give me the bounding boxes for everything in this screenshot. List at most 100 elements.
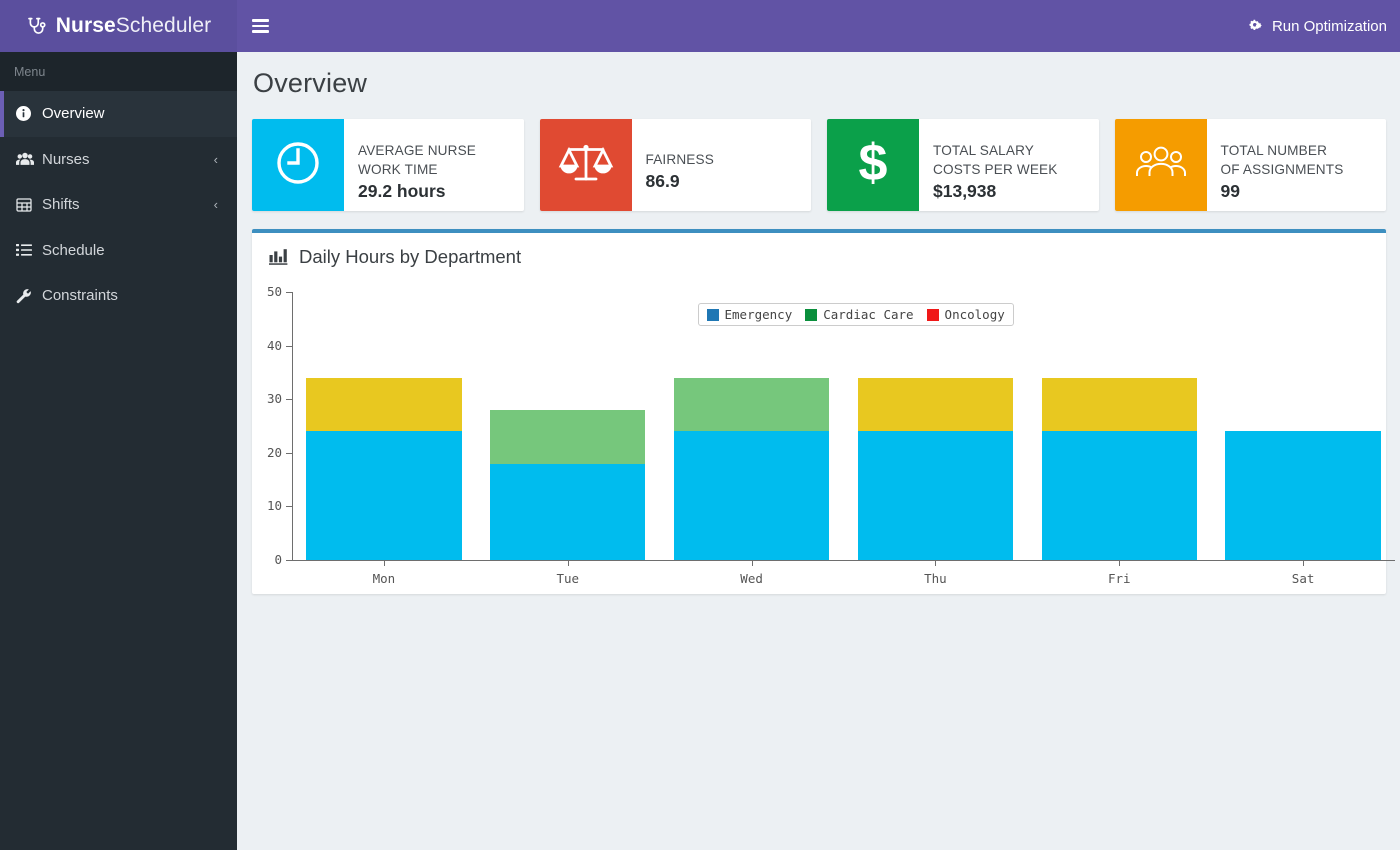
y-axis-tick-label: 50: [252, 284, 282, 299]
x-axis-tick: [1119, 560, 1120, 566]
y-axis-tick: [286, 399, 292, 400]
y-axis-tick-label: 30: [252, 391, 282, 406]
kpi-body: TOTAL SALARY COSTS PER WEEK $13,938: [919, 119, 1099, 211]
y-axis-tick-label: 20: [252, 445, 282, 460]
app-root: NurseScheduler Run Optimization Menu: [0, 0, 1400, 850]
legend-item[interactable]: Emergency: [707, 307, 793, 322]
brand-name-light: Scheduler: [116, 14, 211, 38]
bar-segment[interactable]: [674, 378, 829, 432]
chart-card: Daily Hours by Department 01020304050Mon…: [252, 229, 1386, 594]
y-axis-tick: [286, 346, 292, 347]
sidebar-toggle-button[interactable]: [237, 0, 283, 52]
sidebar-item-overview[interactable]: Overview: [0, 91, 237, 137]
bar-segment[interactable]: [858, 431, 1013, 560]
clock-icon: [272, 137, 324, 194]
legend-color-swatch: [927, 309, 939, 321]
cogs-icon: [1248, 18, 1265, 35]
table-grid-icon: [16, 197, 42, 213]
x-axis-tick-label: Wed: [740, 571, 763, 586]
kpi-card-total-assignments: TOTAL NUMBER OF ASSIGNMENTS 99: [1115, 119, 1387, 211]
bar-segment[interactable]: [1042, 431, 1197, 560]
y-axis-tick: [286, 506, 292, 507]
kpi-icon-container: $: [827, 119, 919, 211]
kpi-label-line1: FAIRNESS: [646, 150, 812, 169]
bar-segment[interactable]: [306, 378, 461, 432]
sidebar-item-label: Shifts: [42, 196, 214, 213]
kpi-label-line1: TOTAL NUMBER: [1221, 141, 1387, 160]
kpi-label-line1: AVERAGE NURSE: [358, 141, 524, 160]
sidebar-item-shifts[interactable]: Shifts ‹: [0, 182, 237, 228]
bar-segment[interactable]: [858, 378, 1013, 432]
y-axis-line: [292, 292, 293, 560]
kpi-value: $13,938: [933, 181, 1099, 202]
x-axis-tick: [384, 560, 385, 566]
x-axis-tick-label: Sat: [1292, 571, 1315, 586]
chevron-left-icon: ‹: [214, 153, 218, 166]
sidebar-item-schedule[interactable]: Schedule: [0, 228, 237, 274]
bar-segment[interactable]: [490, 410, 645, 464]
legend-color-swatch: [805, 309, 817, 321]
kpi-icon-container: [540, 119, 632, 211]
legend-item[interactable]: Cardiac Care: [805, 307, 913, 322]
run-optimization-button[interactable]: Run Optimization: [1248, 18, 1387, 35]
wrench-icon: [16, 288, 42, 304]
y-axis-tick: [286, 292, 292, 293]
sidebar: Menu Overview: [0, 52, 237, 850]
y-axis-tick-label: 40: [252, 338, 282, 353]
x-axis-tick-label: Tue: [556, 571, 579, 586]
kpi-body: AVERAGE NURSE WORK TIME 29.2 hours: [344, 119, 524, 211]
y-axis-tick-label: 0: [252, 552, 282, 567]
x-axis-line: [292, 560, 1395, 561]
info-circle-icon: [16, 106, 42, 121]
sidebar-item-label: Overview: [42, 105, 218, 122]
sidebar-item-label: Schedule: [42, 242, 218, 259]
kpi-card-fairness: FAIRNESS 86.9: [540, 119, 812, 211]
balance-scale-icon: [558, 137, 614, 194]
page-title: Overview: [237, 52, 1400, 99]
x-axis-tick-label: Fri: [1108, 571, 1131, 586]
x-axis-tick: [752, 560, 753, 566]
stethoscope-icon: [26, 16, 47, 37]
top-navigation-bar: NurseScheduler Run Optimization: [0, 0, 1400, 52]
legend-label: Oncology: [945, 307, 1005, 322]
x-axis-tick: [568, 560, 569, 566]
bar-segment[interactable]: [306, 431, 461, 560]
chart-legend: Emergency Cardiac Care Oncology: [698, 303, 1014, 326]
bar-segment[interactable]: [490, 464, 645, 560]
kpi-label-line1: TOTAL SALARY: [933, 141, 1099, 160]
legend-item[interactable]: Oncology: [927, 307, 1005, 322]
users-crowd-icon: [1133, 143, 1189, 188]
kpi-label-line2: OF ASSIGNMENTS: [1221, 160, 1387, 179]
chart-bar-icon: [269, 248, 288, 265]
sidebar-item-constraints[interactable]: Constraints: [0, 273, 237, 319]
bar-segment[interactable]: [1225, 431, 1380, 560]
kpi-value: 99: [1221, 181, 1387, 202]
kpi-card-row: AVERAGE NURSE WORK TIME 29.2 hours: [237, 99, 1400, 211]
dollar-sign-icon: $: [853, 135, 893, 196]
kpi-label-line2: COSTS PER WEEK: [933, 160, 1099, 179]
x-axis-tick: [935, 560, 936, 566]
brand-name-bold: Nurse: [56, 14, 116, 38]
legend-color-swatch: [707, 309, 719, 321]
kpi-label-line2: WORK TIME: [358, 160, 524, 179]
kpi-icon-container: [252, 119, 344, 211]
chart-card-title: Daily Hours by Department: [299, 246, 521, 268]
kpi-body: TOTAL NUMBER OF ASSIGNMENTS 99: [1207, 119, 1387, 211]
kpi-value: 29.2 hours: [358, 181, 524, 202]
sidebar-section-label: Menu: [0, 52, 237, 91]
sidebar-item-nurses[interactable]: Nurses ‹: [0, 137, 237, 183]
sidebar-item-label: Constraints: [42, 287, 218, 304]
bar-segment[interactable]: [674, 431, 829, 560]
bar-segment[interactable]: [1042, 378, 1197, 432]
kpi-icon-container: [1115, 119, 1207, 211]
kpi-card-average-nurse-work-time: AVERAGE NURSE WORK TIME 29.2 hours: [252, 119, 524, 211]
app-brand-logo[interactable]: NurseScheduler: [0, 0, 237, 52]
kpi-card-total-salary-costs: $ TOTAL SALARY COSTS PER WEEK $13,938: [827, 119, 1099, 211]
legend-label: Cardiac Care: [823, 307, 913, 322]
chevron-left-icon: ‹: [214, 198, 218, 211]
svg-text:$: $: [859, 135, 888, 191]
x-axis-tick-label: Mon: [373, 571, 396, 586]
y-axis-tick: [286, 453, 292, 454]
sidebar-item-label: Nurses: [42, 151, 214, 168]
chart-plot-area: 01020304050MonTueWedThuFriSatEmergencyCa…: [252, 280, 1386, 590]
